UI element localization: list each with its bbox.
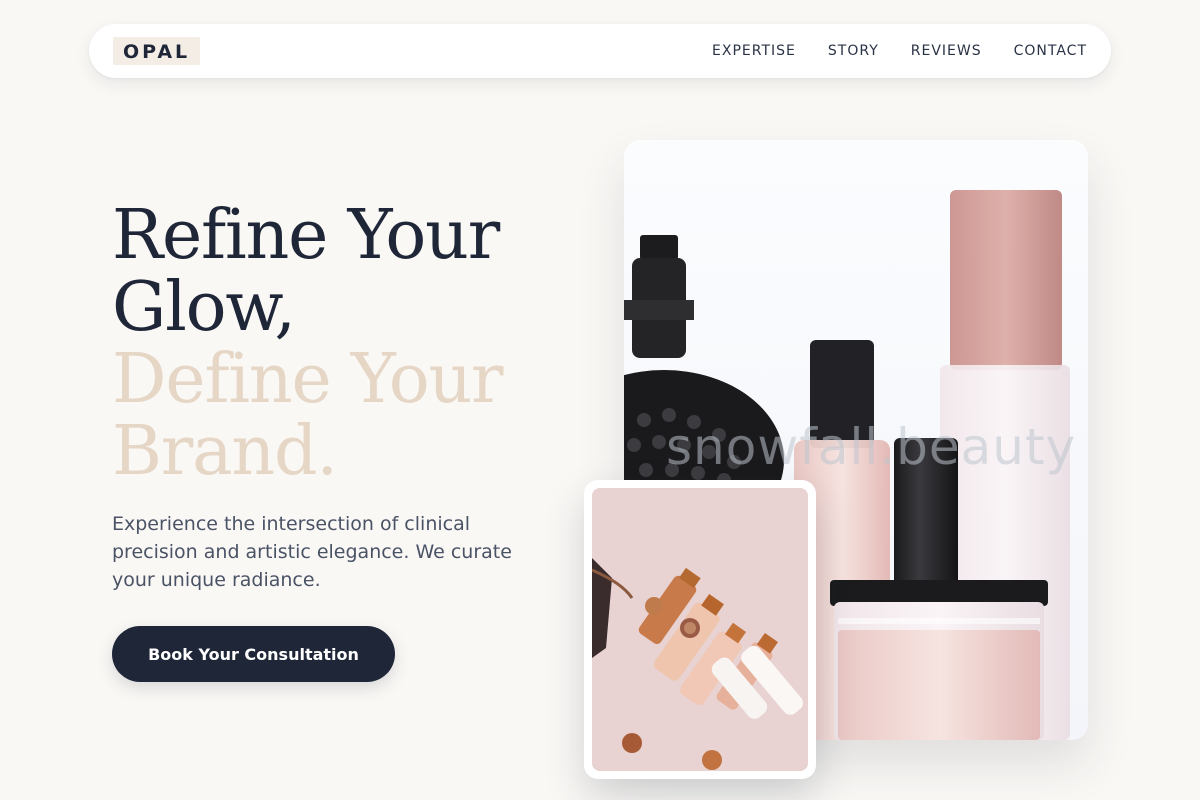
- inset-product-image: [584, 480, 816, 779]
- nav-link-reviews[interactable]: REVIEWS: [911, 43, 982, 59]
- nav-links: EXPERTISE STORY REVIEWS CONTACT: [712, 43, 1087, 59]
- nav-link-contact[interactable]: CONTACT: [1014, 43, 1087, 59]
- brand-logo[interactable]: OPAL: [113, 37, 201, 65]
- hero-headline: Refine Your Glow, Define Your Brand.: [112, 200, 572, 488]
- headline-line-3: Define Your: [112, 340, 504, 419]
- headline-line-1: Refine Your: [112, 196, 500, 275]
- nav-link-story[interactable]: STORY: [828, 43, 879, 59]
- hero-subtext: Experience the intersection of clinical …: [112, 513, 512, 591]
- top-nav: OPAL EXPERTISE STORY REVIEWS CONTACT: [89, 24, 1111, 78]
- image-watermark: snowfall.beauty: [666, 418, 1077, 476]
- cosmetics-flatlay-illustration: [592, 488, 808, 771]
- headline-line-4: Brand.: [112, 412, 338, 491]
- nav-link-expertise[interactable]: EXPERTISE: [712, 43, 796, 59]
- headline-line-2: Glow,: [112, 268, 296, 347]
- book-consultation-button[interactable]: Book Your Consultation: [112, 626, 395, 682]
